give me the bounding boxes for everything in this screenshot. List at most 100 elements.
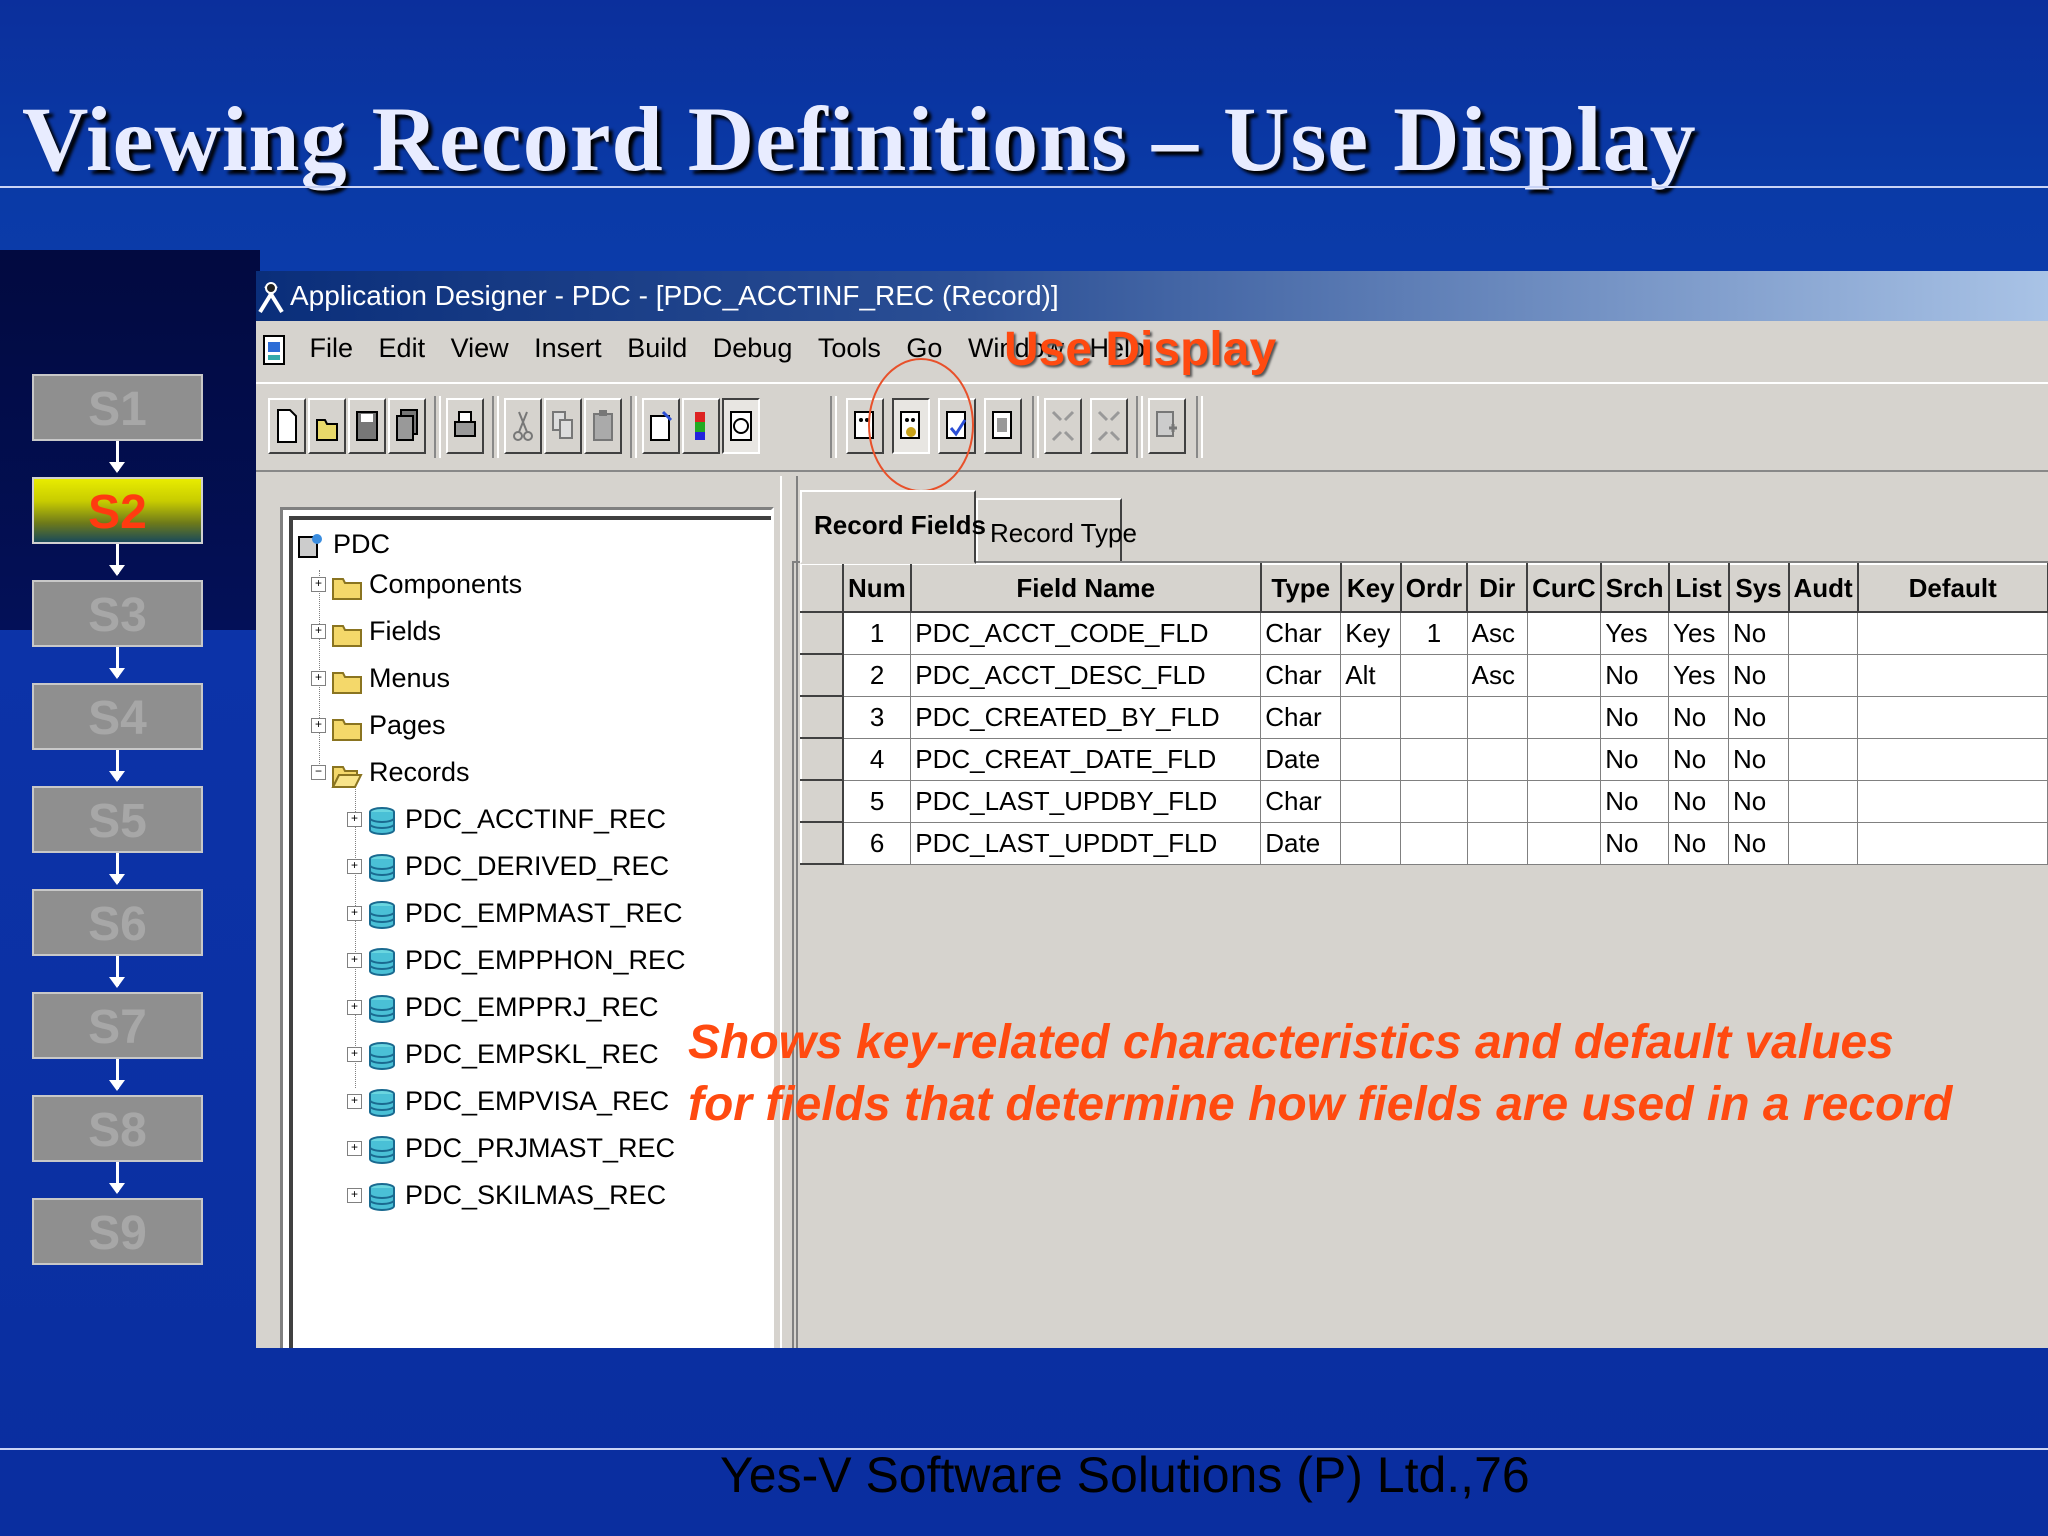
copy-button[interactable] xyxy=(544,398,582,454)
properties-button[interactable] xyxy=(642,398,680,454)
table-row[interactable]: 4 PDC_CREAT_DATE_FLD Date No No No xyxy=(800,737,2048,781)
tree-record-item[interactable]: PDC_ACCTINF_REC xyxy=(367,799,666,839)
record-properties-button[interactable] xyxy=(984,398,1022,454)
open-button[interactable] xyxy=(308,398,346,454)
expand-icon[interactable]: + xyxy=(347,812,362,827)
tree-root-pdc[interactable]: PDC xyxy=(295,524,390,564)
tree-folder-pages[interactable]: Pages xyxy=(331,705,446,745)
expand-icon[interactable]: + xyxy=(347,906,362,921)
cut-button[interactable] xyxy=(504,398,542,454)
tree-record-item[interactable]: PDC_EMPVISA_REC xyxy=(367,1081,669,1121)
expand-icon[interactable]: + xyxy=(347,1047,362,1062)
step-s5[interactable]: S5 xyxy=(32,786,203,853)
menu-debug[interactable]: Debug xyxy=(713,323,793,373)
insert-field-button[interactable] xyxy=(1148,398,1186,454)
menu-build[interactable]: Build xyxy=(627,323,687,373)
expand-icon[interactable]: + xyxy=(311,671,326,686)
save-all-button[interactable] xyxy=(388,398,426,454)
column-header[interactable]: Audt xyxy=(1787,563,1859,613)
table-cell: Char xyxy=(1260,611,1342,655)
step-s9[interactable]: S9 xyxy=(32,1198,203,1265)
record-fields-grid-area: Num Field Name Type Key Ordr Dir CurC Sr… xyxy=(792,561,2048,1348)
step-s6[interactable]: S6 xyxy=(32,889,203,956)
table-row[interactable]: 6 PDC_LAST_UPDDT_FLD Date No No No xyxy=(800,821,2048,865)
expand-icon[interactable]: + xyxy=(347,1094,362,1109)
menu-tools[interactable]: Tools xyxy=(818,323,881,373)
tree-folder-records[interactable]: Records xyxy=(331,752,470,792)
step-s4[interactable]: S4 xyxy=(32,683,203,750)
column-header[interactable]: List xyxy=(1667,563,1730,613)
expand-icon[interactable]: + xyxy=(347,859,362,874)
expand-icon[interactable]: + xyxy=(347,1141,362,1156)
tree-record-item[interactable]: PDC_DERIVED_REC xyxy=(367,846,669,886)
expand-icon[interactable]: + xyxy=(311,624,326,639)
table-cell xyxy=(1787,695,1859,739)
collapse-button[interactable] xyxy=(1090,398,1128,454)
expand-button[interactable] xyxy=(1044,398,1082,454)
table-cell: No xyxy=(1668,737,1729,781)
slide-title: Viewing Record Definitions – Use Display xyxy=(22,88,1697,190)
save-button[interactable] xyxy=(348,398,386,454)
table-cell: Yes xyxy=(1600,611,1669,655)
tree-record-item[interactable]: PDC_PRJMAST_REC xyxy=(367,1128,675,1168)
clock-button[interactable] xyxy=(722,398,760,454)
table-row[interactable]: 5 PDC_LAST_UPDBY_FLD Char No No No xyxy=(800,779,2048,823)
row-selector[interactable] xyxy=(800,821,844,865)
column-header[interactable]: Sys xyxy=(1727,563,1790,613)
menu-edit[interactable]: Edit xyxy=(379,323,426,373)
column-header[interactable]: Type xyxy=(1259,563,1342,613)
window-titlebar[interactable]: Application Designer - PDC - [PDC_ACCTIN… xyxy=(256,271,2048,321)
row-selector[interactable] xyxy=(800,611,844,655)
tree-folder-fields[interactable]: Fields xyxy=(331,611,441,651)
expand-icon[interactable]: + xyxy=(347,1188,362,1203)
table-row[interactable]: 1 PDC_ACCT_CODE_FLD Char Key 1 Asc Yes Y… xyxy=(800,611,2048,655)
table-cell xyxy=(1526,695,1602,739)
collapse-icon[interactable]: − xyxy=(311,765,326,780)
expand-icon[interactable]: + xyxy=(311,577,326,592)
build-button[interactable] xyxy=(682,398,720,454)
row-selector[interactable] xyxy=(800,737,844,781)
menu-view[interactable]: View xyxy=(451,323,509,373)
tree-label: Pages xyxy=(369,710,446,740)
menu-insert[interactable]: Insert xyxy=(534,323,602,373)
column-header[interactable]: CurC xyxy=(1526,563,1602,613)
step-s3[interactable]: S3 xyxy=(32,580,203,647)
table-row[interactable]: 2 PDC_ACCT_DESC_FLD Char Alt Asc No Yes … xyxy=(800,653,2048,697)
expand-icon[interactable]: + xyxy=(347,953,362,968)
step-s1[interactable]: S1 xyxy=(32,374,203,441)
explanation-note: Shows key-related characteristics and de… xyxy=(688,1012,2048,1136)
expand-icon[interactable]: + xyxy=(347,1000,362,1015)
step-s2-active[interactable]: S2 xyxy=(32,477,203,544)
tree-record-item[interactable]: PDC_EMPSKL_REC xyxy=(367,1034,659,1074)
record-database-icon xyxy=(367,947,399,977)
row-selector[interactable] xyxy=(800,653,844,697)
tab-record-type[interactable]: Record Type xyxy=(976,498,1137,564)
column-header[interactable]: Ordr xyxy=(1399,563,1469,613)
record-database-icon xyxy=(367,853,399,883)
step-s8[interactable]: S8 xyxy=(32,1095,203,1162)
tree-folder-menus[interactable]: Menus xyxy=(331,658,450,698)
table-cell xyxy=(1526,611,1602,655)
menu-file[interactable]: File xyxy=(310,323,354,373)
expand-icon[interactable]: + xyxy=(311,718,326,733)
column-header[interactable]: Num xyxy=(842,563,912,613)
step-arrow xyxy=(109,544,125,576)
column-header[interactable]: Srch xyxy=(1599,563,1670,613)
tree-folder-components[interactable]: Components xyxy=(331,564,522,604)
table-row[interactable]: 3 PDC_CREATED_BY_FLD Char No No No xyxy=(800,695,2048,739)
tree-record-item[interactable]: PDC_EMPPRJ_REC xyxy=(367,987,659,1027)
column-header[interactable]: Default xyxy=(1856,563,2048,613)
step-s7[interactable]: S7 xyxy=(32,992,203,1059)
print-button[interactable] xyxy=(446,398,484,454)
row-selector[interactable] xyxy=(800,779,844,823)
tab-record-fields[interactable]: Record Fields xyxy=(800,490,986,564)
paste-button[interactable] xyxy=(584,398,622,454)
tree-record-item[interactable]: PDC_EMPPHON_REC xyxy=(367,940,686,980)
column-header[interactable]: Key xyxy=(1339,563,1402,613)
row-selector[interactable] xyxy=(800,695,844,739)
tree-record-item[interactable]: PDC_SKILMAS_REC xyxy=(367,1175,666,1215)
column-header[interactable]: Dir xyxy=(1466,563,1529,613)
tree-record-item[interactable]: PDC_EMPMAST_REC xyxy=(367,893,683,933)
column-header[interactable]: Field Name xyxy=(909,563,1262,613)
new-button[interactable] xyxy=(268,398,306,454)
